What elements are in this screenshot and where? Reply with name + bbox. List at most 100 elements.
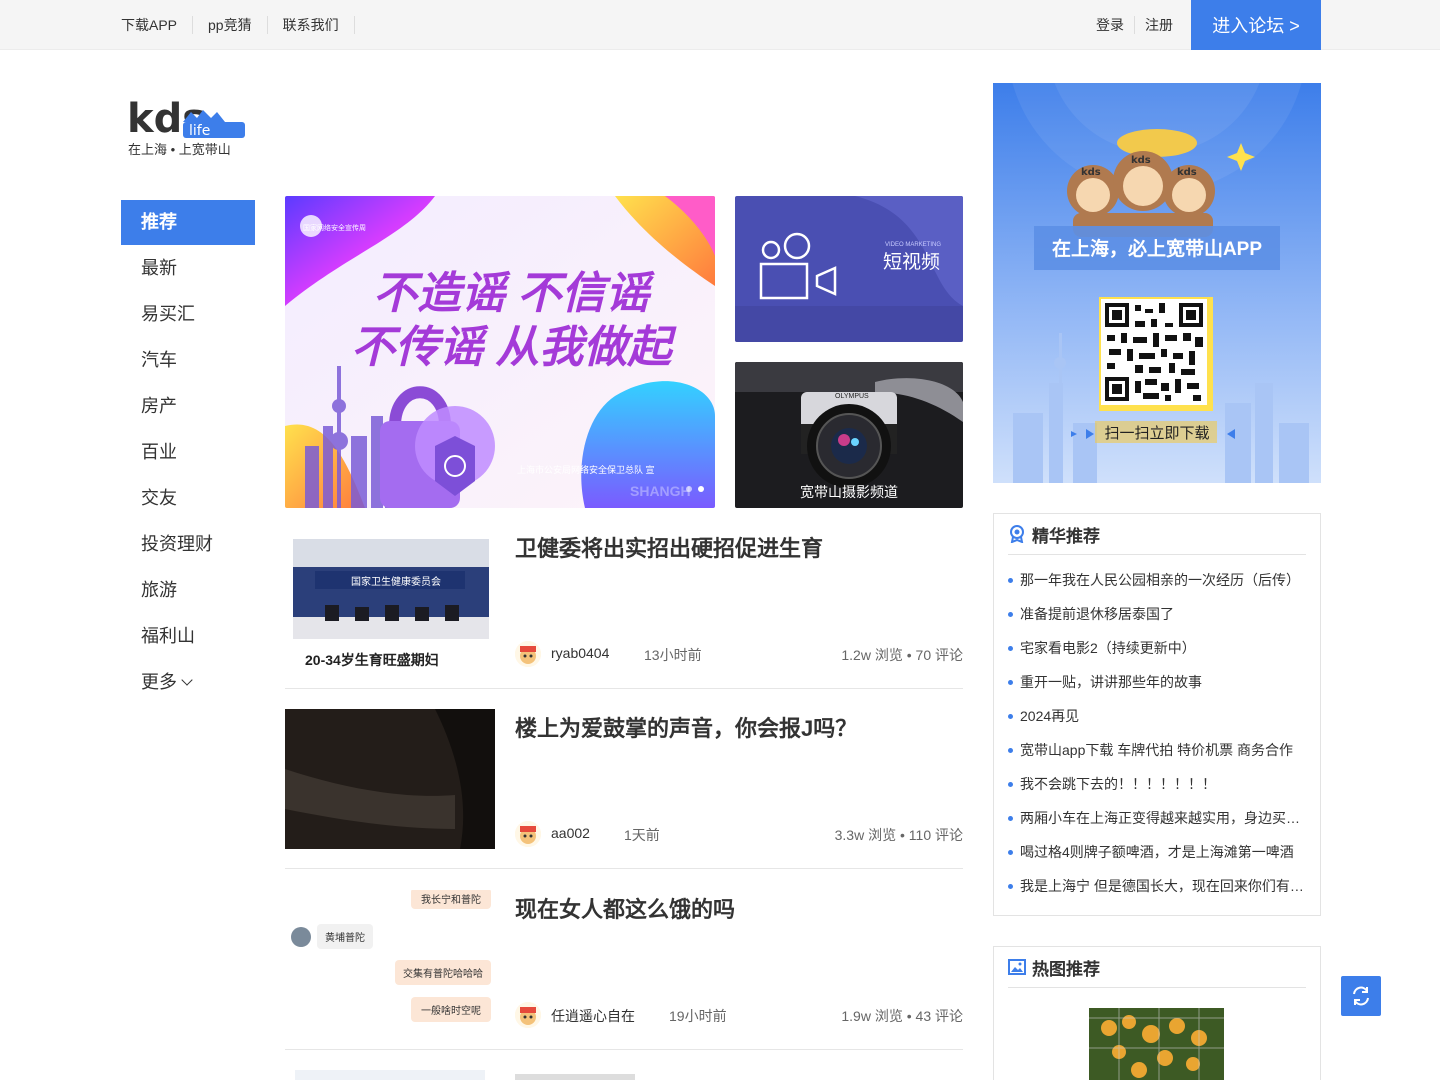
refresh-button[interactable]: [1341, 976, 1381, 1016]
nav-item-business[interactable]: 百业: [121, 429, 255, 475]
comment-count: 110 评论: [908, 827, 963, 843]
nav-item-more[interactable]: 更多: [121, 659, 255, 705]
feed-thumbnail-caption: 20-34岁生育旺盛期妇: [305, 652, 439, 668]
nav-item-property[interactable]: 房产: [121, 383, 255, 429]
svg-text:kds: kds: [1131, 155, 1151, 166]
feed-title[interactable]: 卫健委将出实招出硬招促进生育: [515, 531, 823, 563]
download-app-link[interactable]: 下载APP: [121, 16, 194, 34]
featured-list-item[interactable]: 2024再见: [1008, 699, 1306, 733]
feed-title[interactable]: 楼上为爱鼓掌的声音，你会报J吗？: [515, 711, 857, 743]
svg-text:kds: kds: [1177, 167, 1197, 178]
feed-thumbnail[interactable]: [285, 709, 495, 849]
login-link[interactable]: 登录: [1096, 16, 1135, 34]
featured-list-item[interactable]: 喝过格4则牌子额啤酒，才是上海滩第一啤酒: [1008, 835, 1306, 869]
nav-item-latest[interactable]: 最新: [121, 245, 255, 291]
featured-title: 精华推荐: [1032, 526, 1100, 546]
svg-text:国家卫生健康委员会: 国家卫生健康委员会: [351, 575, 441, 588]
featured-list-item[interactable]: 我不会跳下去的！！！！！！！: [1008, 767, 1306, 801]
featured-panel: 精华推荐 那一年我在人民公园相亲的一次经历（后传） 准备提前退休移居泰国了 宅家…: [993, 513, 1321, 916]
author-avatar[interactable]: [515, 1002, 541, 1028]
carousel-dot-2: [698, 486, 704, 492]
chat-bubble: 交集有普陀哈哈哈: [395, 960, 491, 985]
view-count: 1.2w 浏览: [841, 647, 903, 663]
comment-count: 70 评论: [915, 647, 963, 663]
refresh-icon: [1353, 986, 1369, 1006]
feed-thumbnail[interactable]: 我长宁和普陀 黄埔普陀 交集有普陀哈哈哈 一般啥时空呢: [285, 890, 495, 1030]
view-count: 3.3w 浏览: [834, 827, 897, 843]
feed-meta: 任逍遥心自在 19小时前 1.9w 浏览 • 43 评论: [515, 1002, 963, 1028]
nav-more-label: 更多: [141, 672, 177, 692]
award-icon: [1010, 525, 1024, 543]
chat-avatar: [291, 927, 311, 947]
featured-list-item[interactable]: 宅家看电影2（持续更新中）: [1008, 631, 1306, 665]
author-name[interactable]: 任逍遥心自在: [551, 1006, 635, 1026]
banner-credit: 上海市公安局网络安全保卫总队 宣: [517, 464, 655, 475]
short-video-image: VIDEO MARKETING 短视频: [735, 196, 963, 342]
feed-item[interactable]: 国家卫生健康委员会 20-34岁生育旺盛期妇 卫健委将出实招出硬招促进生育 ry…: [285, 529, 963, 689]
post-stats: 3.3w 浏览 • 110 评论: [834, 827, 963, 843]
feed-item[interactable]: 我长宁和普陀 黄埔普陀 交集有普陀哈哈哈 一般啥时空呢 现在女人都这么饿的吗 任…: [285, 890, 963, 1050]
chat-bubble: 一般啥时空呢: [411, 997, 491, 1022]
nav-item-recommend[interactable]: 推荐: [121, 200, 255, 245]
site-logo[interactable]: kds life 在上海 • 上宽带山: [127, 98, 252, 158]
banner-slogan-line2: 不传谣 从我做起: [351, 323, 677, 372]
banner-watermark: SHANGH: [630, 483, 691, 499]
nav-item-travel[interactable]: 旅游: [121, 567, 255, 613]
scan-to-download-text: 扫一扫立即下载: [1104, 425, 1209, 442]
contact-us-link[interactable]: 联系我们: [268, 16, 355, 34]
photography-channel-caption: 宽带山摄影频道: [800, 484, 898, 500]
featured-list-item[interactable]: 那一年我在人民公园相亲的一次经历（后传）: [1008, 563, 1306, 597]
post-time: 13小时前: [644, 647, 702, 663]
feed-title[interactable]: 现在女人都这么饿的吗: [515, 892, 735, 924]
nav-item-welfare[interactable]: 福利山: [121, 613, 255, 659]
pp-guess-link[interactable]: pp竞猜: [193, 16, 268, 34]
category-nav: 推荐 最新 易买汇 汽车 房产 百业 交友 投资理财 旅游 福利山 更多: [121, 200, 255, 705]
post-stats: 1.9w 浏览 • 43 评论: [841, 1008, 963, 1024]
short-video-label: 短视频: [883, 251, 940, 273]
top-bar: 下载APP pp竞猜 联系我们 登录 注册 进入论坛 >: [0, 0, 1440, 50]
logo-life-text: life: [189, 123, 210, 138]
post-time: 19小时前: [669, 1008, 727, 1024]
view-count: 1.9w 浏览: [841, 1008, 903, 1024]
featured-header: 精华推荐: [1008, 514, 1306, 555]
hot-image-thumbnail[interactable]: [1089, 1008, 1224, 1080]
chat-bubble: 黄埔普陀: [317, 924, 373, 949]
feed-thumbnail[interactable]: 国家卫生健康委员会 20-34岁生育旺盛期妇: [285, 529, 495, 669]
featured-list-item[interactable]: 两厢小车在上海正变得越来越实用，身边买两厢车的人: [1008, 801, 1306, 835]
photography-channel-card[interactable]: OLYMPUS 宽带山摄影频道: [735, 362, 963, 508]
nav-item-yimaihui[interactable]: 易买汇: [121, 291, 255, 337]
image-icon: [1008, 959, 1026, 975]
featured-list-item[interactable]: 重开一贴，讲讲那些年的故事: [1008, 665, 1306, 699]
post-time: 1天前: [624, 827, 660, 843]
banner-slogan-line1: 不造谣 不信谣: [373, 269, 655, 318]
feed-meta: aa002 1天前 3.3w 浏览 • 110 评论: [515, 821, 963, 847]
logo-life-icon: life: [183, 110, 245, 138]
feed-thumbnail[interactable]: [295, 1070, 485, 1080]
featured-list-item[interactable]: 我是上海宁 但是德国长大，现在回来你们有啥要问的: [1008, 869, 1306, 903]
short-video-card[interactable]: VIDEO MARKETING 短视频: [735, 196, 963, 342]
logo-slogan: 在上海 • 上宽带山: [128, 142, 231, 157]
feed-item[interactable]: 楼上为爱鼓掌的声音，你会报J吗？ aa002 1天前 3.3w 浏览 • 110…: [285, 709, 963, 869]
feed-title[interactable]: [515, 1074, 635, 1080]
author-name[interactable]: ryab0404: [551, 645, 609, 661]
register-link[interactable]: 注册: [1135, 16, 1183, 34]
author-avatar[interactable]: [515, 821, 541, 847]
app-download-card[interactable]: kds kds kds 在上海，必上宽带山APP 扫一扫立即下载: [993, 83, 1321, 483]
svg-text:kds: kds: [1081, 167, 1101, 178]
top-links: 下载APP pp竞猜 联系我们: [121, 0, 355, 50]
feed-item-partial[interactable]: [285, 1068, 963, 1080]
banner-image: 不造谣 不信谣 不传谣 从我做起 国家网络安全宣传周 上海市公安局网络安全保卫总…: [285, 196, 715, 508]
author-avatar[interactable]: [515, 641, 541, 667]
account-links: 登录 注册: [1096, 0, 1183, 50]
nav-item-investment[interactable]: 投资理财: [121, 521, 255, 567]
chat-bubble: 我长宁和普陀: [411, 890, 491, 909]
featured-list-item[interactable]: 准备提前退休移居泰国了: [1008, 597, 1306, 631]
chevron-down-icon: [181, 674, 193, 686]
nav-item-cars[interactable]: 汽车: [121, 337, 255, 383]
featured-list-item[interactable]: 宽带山app下载 车牌代拍 特价机票 商务合作: [1008, 733, 1306, 767]
author-name[interactable]: aa002: [551, 825, 590, 841]
enter-forum-button[interactable]: 进入论坛 >: [1191, 0, 1321, 50]
carousel-dot-1: [686, 486, 692, 492]
banner-carousel[interactable]: 不造谣 不信谣 不传谣 从我做起 国家网络安全宣传周 上海市公安局网络安全保卫总…: [285, 196, 715, 508]
nav-item-dating[interactable]: 交友: [121, 475, 255, 521]
